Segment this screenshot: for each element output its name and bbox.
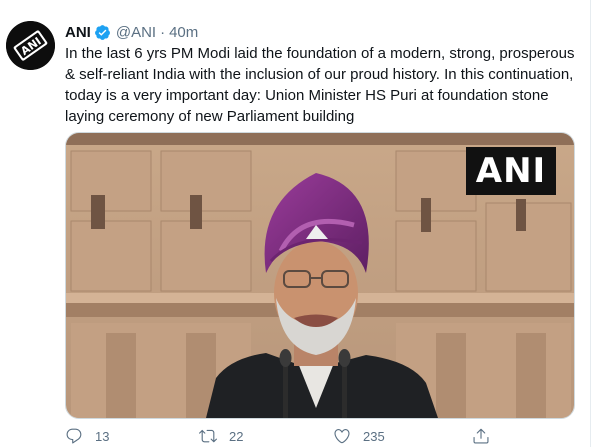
tweet[interactable]: ANI ANI @ANI · 40m In the last 6 yrs PM … (0, 0, 591, 447)
retweet-count: 22 (229, 428, 244, 444)
retweet-icon (199, 429, 217, 443)
tweet-text: In the last 6 yrs PM Modi laid the found… (65, 45, 575, 125)
reply-count: 13 (95, 428, 110, 444)
ani-logo-icon: ANI (6, 21, 55, 70)
tweet-photo[interactable]: ANI (65, 132, 575, 419)
like-count: 235 (363, 428, 385, 444)
like-icon (334, 429, 350, 444)
separator-dot: · (160, 23, 166, 41)
reply-icon (66, 428, 82, 444)
like-button[interactable]: 235 (333, 427, 385, 445)
share-button[interactable] (472, 427, 490, 445)
tweet-timestamp[interactable]: 40m (169, 24, 198, 41)
tweet-actions: 13 22 235 (65, 427, 515, 445)
reply-button[interactable]: 13 (65, 427, 109, 445)
ani-watermark: ANI (466, 147, 556, 195)
author-handle[interactable]: @ANI (116, 24, 156, 41)
watermark-text: ANI (475, 151, 547, 191)
retweet-button[interactable]: 22 (199, 427, 243, 445)
share-icon (473, 428, 489, 444)
author-name[interactable]: ANI (65, 24, 91, 41)
avatar[interactable]: ANI (6, 21, 55, 70)
tweet-header: ANI @ANI · 40m (65, 22, 198, 42)
verified-badge-icon (94, 24, 110, 40)
